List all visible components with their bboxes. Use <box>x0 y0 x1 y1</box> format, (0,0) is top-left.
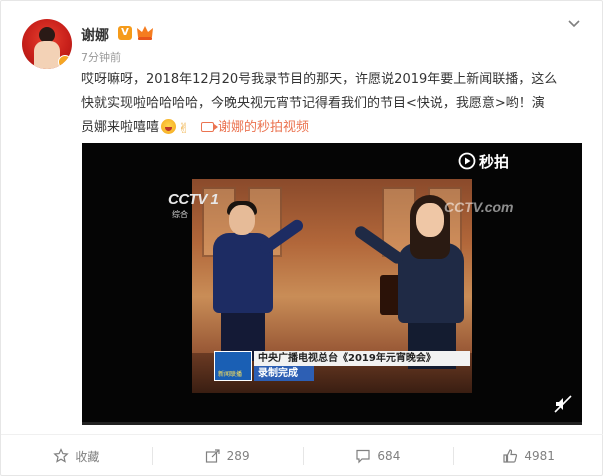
post-text-line: 员娜来啦嘻嘻 <box>81 120 160 135</box>
comment-icon <box>356 449 371 464</box>
mute-icon[interactable] <box>554 395 572 413</box>
comment-button[interactable]: 684 <box>302 435 454 476</box>
channel-logo: CCTV 1 <box>168 191 219 208</box>
crown-member-icon[interactable] <box>136 25 154 41</box>
favorite-button[interactable]: 收藏 <box>1 435 152 476</box>
author-avatar[interactable] <box>22 19 72 69</box>
like-icon <box>503 449 518 463</box>
post-text: 哎呀嘛呀，2018年12月20号我录节目的那天，许愿说2019年要上新闻联播，这… <box>81 68 591 140</box>
video-player[interactable]: CCTV 1 综合 CCTV.com 秒拍 新闻联播 中央广播电视总台《2019… <box>82 143 582 425</box>
comment-count: 684 <box>377 449 401 463</box>
caption-line-1: 中央广播电视总台《2019年元宵晚会》 <box>254 351 470 366</box>
post-text-line: 哎呀嘛呀，2018年12月20号我录节目的那天，许愿说2019年要上新闻联播，这… <box>81 72 558 87</box>
verified-icon[interactable]: V <box>118 26 132 40</box>
star-icon <box>53 448 70 463</box>
like-button[interactable]: 4981 <box>453 435 603 476</box>
video-link[interactable]: 谢娜的秒拍视频 <box>218 120 309 135</box>
performer-left <box>207 201 306 361</box>
favorite-label: 收藏 <box>75 449 100 464</box>
share-icon <box>205 449 220 463</box>
chevron-down-icon[interactable] <box>567 17 581 31</box>
video-progress-bar[interactable] <box>82 422 582 425</box>
caption-line-2: 录制完成 <box>254 366 314 381</box>
avatar-body <box>34 41 60 69</box>
post-text-line: 快就实现啦哈哈哈哈，今晚央视元宵节记得看我们的节目<快说，我愿意>哟！演 <box>81 96 545 111</box>
author-name[interactable]: 谢娜 <box>81 25 109 45</box>
news-caption: 新闻联播 中央广播电视总台《2019年元宵晚会》 录制完成 <box>214 351 470 381</box>
video-link-icon <box>201 122 219 132</box>
laugh-emoji-icon <box>161 119 177 134</box>
post-text-line-last: 员娜来啦嘻嘻 ✌ 谢娜的秒拍视频 <box>81 116 591 140</box>
corner-watermark: CCTV.com <box>444 199 514 215</box>
post-time[interactable]: 7分钟前 <box>81 49 121 65</box>
miaopai-watermark: 秒拍 <box>479 153 510 171</box>
avatar-verified-badge <box>58 55 72 69</box>
action-bar: 收藏 289 684 4981 <box>1 435 603 476</box>
victory-hand-emoji-icon: ✌ <box>178 121 190 137</box>
news-program-logo: 新闻联播 <box>214 351 252 381</box>
share-button[interactable]: 289 <box>151 435 303 476</box>
share-count: 289 <box>226 449 250 463</box>
performer-right <box>352 195 472 369</box>
miaopai-logo-icon <box>458 152 476 170</box>
channel-sub-label: 综合 <box>172 210 188 219</box>
like-count: 4981 <box>524 449 555 463</box>
weibo-post-card: 谢娜 V 7分钟前 哎呀嘛呀，2018年12月20号我录节目的那天，许愿说201… <box>0 0 603 476</box>
